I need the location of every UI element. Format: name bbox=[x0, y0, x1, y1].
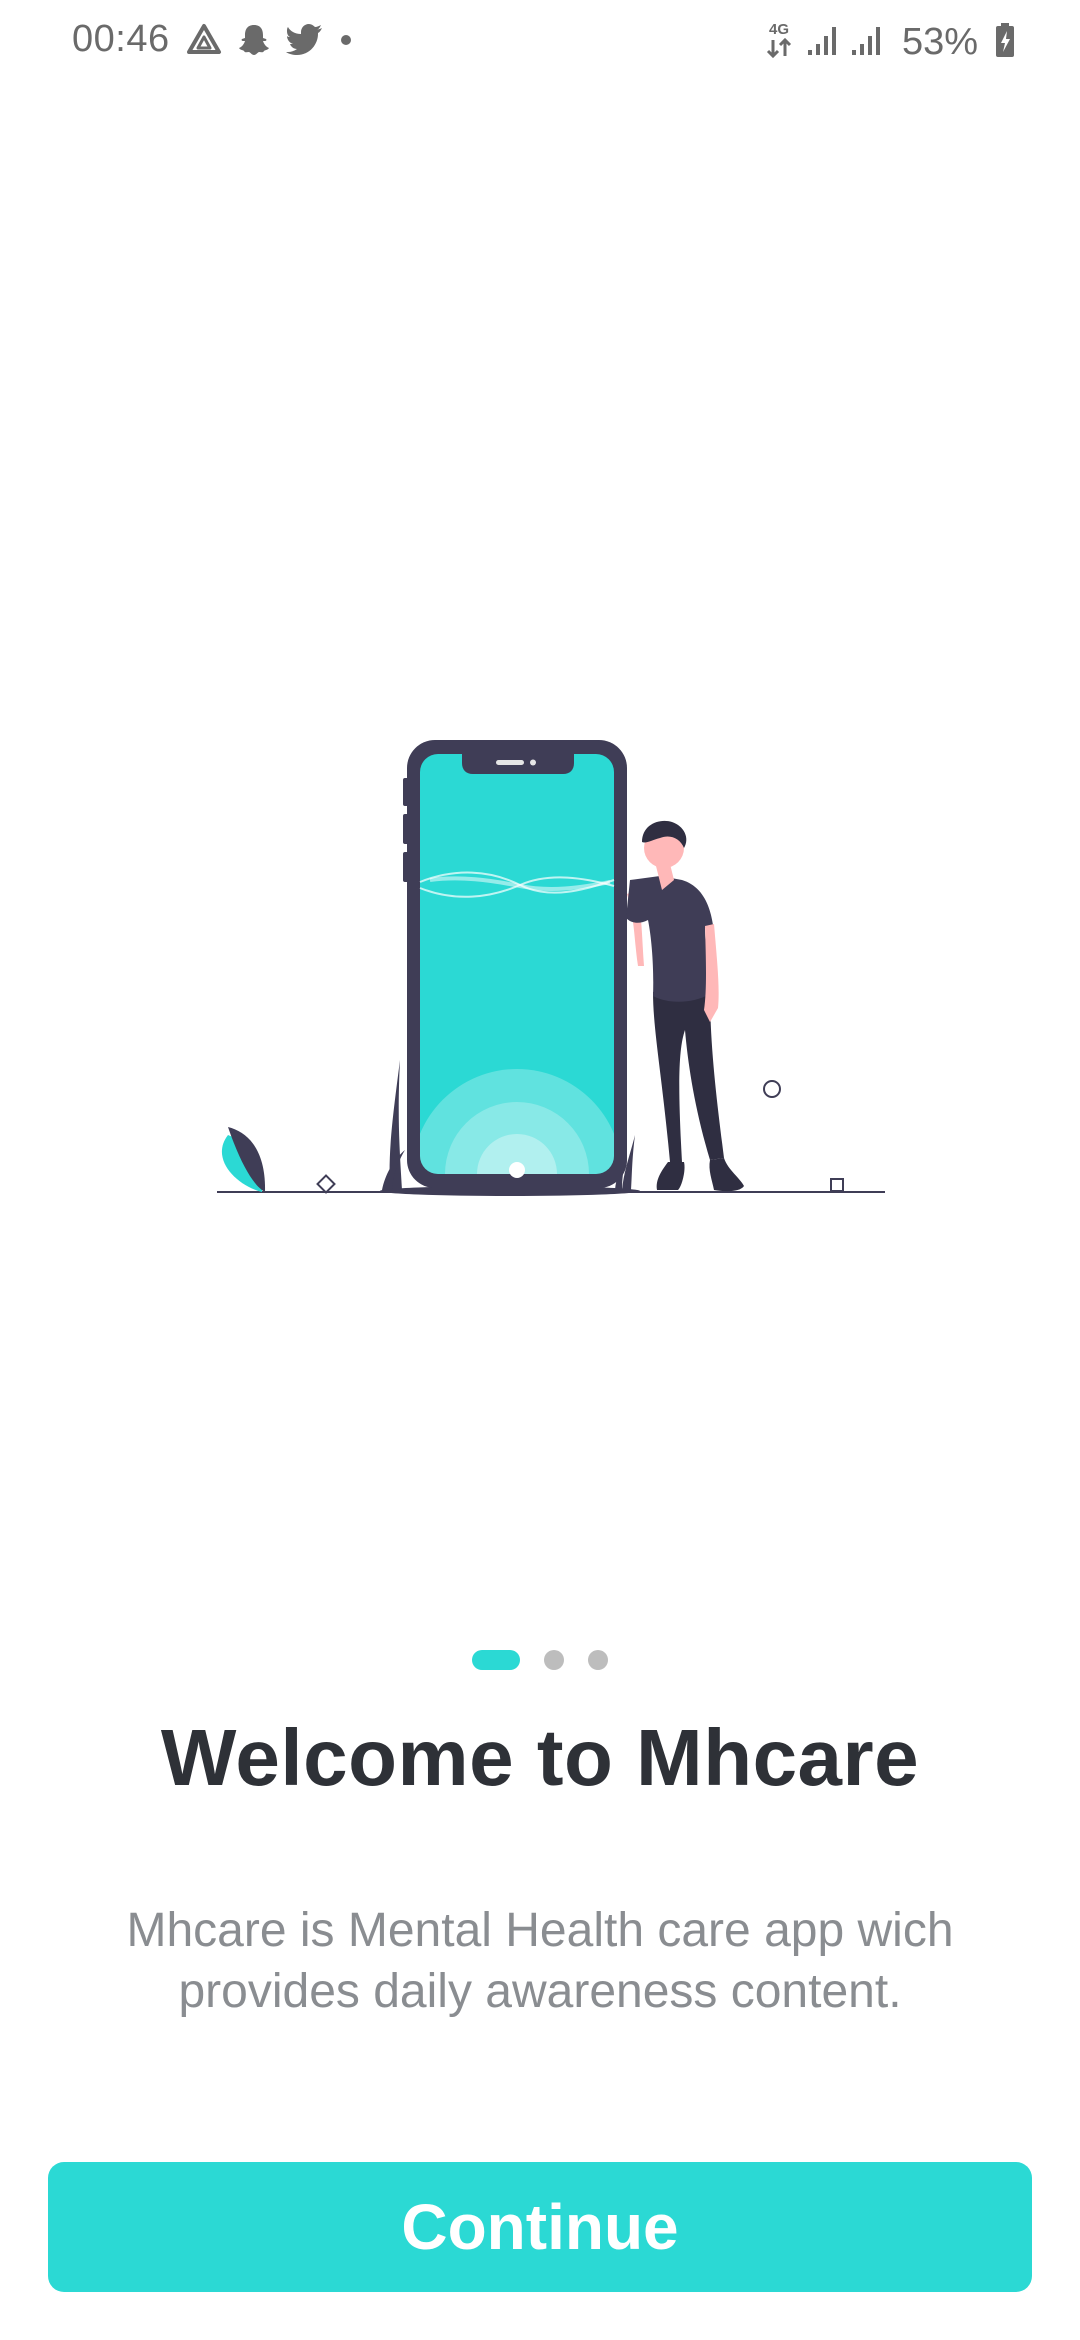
twitter-icon bbox=[286, 23, 324, 57]
status-left-icons bbox=[186, 20, 354, 60]
signal-icon bbox=[850, 24, 882, 61]
square-shape bbox=[830, 1178, 844, 1192]
page-indicator bbox=[0, 1650, 1080, 1670]
page-dot bbox=[544, 1650, 564, 1670]
onboarding-illustration bbox=[217, 740, 885, 1196]
diamond-shape bbox=[316, 1174, 336, 1194]
leaf-plant-left bbox=[221, 1127, 266, 1192]
drive-icon bbox=[186, 23, 222, 57]
page-dot bbox=[588, 1650, 608, 1670]
circle-shape bbox=[763, 1080, 781, 1098]
page-dot-active bbox=[472, 1650, 520, 1670]
onboarding-title: Welcome to Mhcare bbox=[160, 1713, 920, 1802]
status-right: 4G 53% bbox=[764, 18, 1016, 66]
phone-device bbox=[403, 740, 627, 1188]
grass-left bbox=[382, 1060, 405, 1190]
network-4g-icon: 4G bbox=[764, 20, 794, 65]
snapchat-icon bbox=[236, 22, 272, 58]
network-label: 4G bbox=[769, 21, 789, 38]
battery-charging-icon bbox=[994, 22, 1016, 63]
status-bar: 00:46 4G 53% bbox=[0, 0, 1080, 84]
onboarding-description: Mhcare is Mental Health care app wich pr… bbox=[126, 1904, 954, 2018]
status-time: 00:46 bbox=[72, 18, 170, 60]
person-figure bbox=[626, 820, 744, 1192]
battery-percent: 53% bbox=[901, 20, 978, 63]
signal-icon bbox=[806, 24, 838, 61]
notification-dot-icon bbox=[338, 32, 354, 48]
continue-button[interactable]: Continue bbox=[48, 2162, 1032, 2292]
